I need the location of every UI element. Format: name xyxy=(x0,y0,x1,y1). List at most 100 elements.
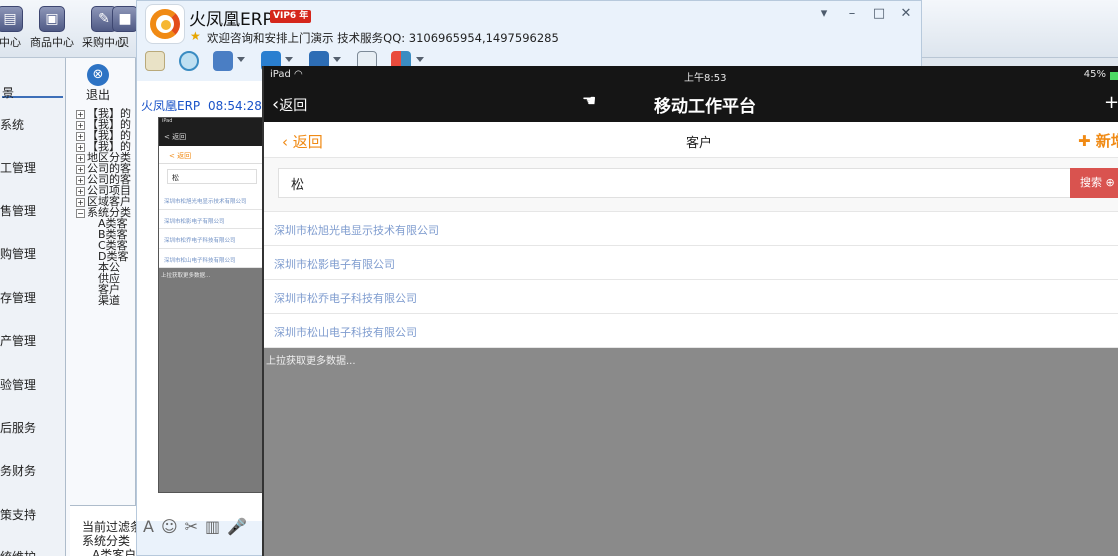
expand-icon[interactable]: + xyxy=(76,132,85,141)
plus-icon[interactable]: + xyxy=(1104,92,1118,113)
thumb-load-more: 上拉获取更多数据... xyxy=(161,273,211,279)
chevron-down-icon[interactable] xyxy=(416,57,424,62)
left-nav-item[interactable]: 系统 xyxy=(0,116,24,133)
chat-title: 火凤凰ERP xyxy=(189,10,273,30)
chat-subtitle: 欢迎咨询和安排上门演示 技术服务QQ: 3106965954,149759628… xyxy=(207,31,559,45)
wifi-icon: ◠ xyxy=(294,69,303,80)
app-icon: ▤ xyxy=(0,6,23,32)
customer-row[interactable]: 深圳市松乔电子科技有限公司 xyxy=(264,280,1118,314)
expand-icon[interactable]: + xyxy=(76,110,85,119)
thumb-search-value: 松 xyxy=(167,169,257,184)
screen-share-icon[interactable] xyxy=(213,51,233,71)
left-nav-item[interactable]: 验管理 xyxy=(0,376,36,393)
left-nav-item[interactable]: 工管理 xyxy=(0,159,36,176)
expand-icon[interactable]: + xyxy=(76,198,85,207)
left-nav-header: 景 xyxy=(2,58,63,100)
message-time: 08:54:28 xyxy=(208,99,262,113)
expand-icon[interactable]: + xyxy=(76,143,85,152)
exit-button[interactable]: ⊗ 退出 xyxy=(78,64,118,103)
left-nav-item[interactable]: 策支持 xyxy=(0,506,36,523)
emoji-icon[interactable]: ☺ xyxy=(161,517,178,536)
search-bar: 搜索 ⊕ xyxy=(264,158,1118,212)
font-icon[interactable]: A xyxy=(143,517,154,536)
tree-leaf[interactable]: 渠道 xyxy=(76,295,136,306)
top-module-more[interactable]: ■ 贝 xyxy=(112,4,136,54)
left-nav-item[interactable]: 统维护 xyxy=(0,548,36,556)
page-header: ‹ 返回 客户 ✚ 新增 xyxy=(264,122,1118,158)
page-title: 客户 xyxy=(686,136,713,151)
filter-line: 系统分类 xyxy=(82,534,131,548)
chevron-left-icon: ‹ xyxy=(282,133,293,151)
top-module-label: 贝 xyxy=(118,36,130,49)
app-logo xyxy=(145,4,185,44)
filter-summary: 当前过滤条 系统分类 A类客户 xyxy=(70,505,140,556)
exit-icon: ⊗ xyxy=(87,64,109,86)
chevron-down-icon[interactable] xyxy=(237,57,245,62)
battery-icon xyxy=(1110,72,1118,80)
device-label: iPad ◠ xyxy=(270,69,303,80)
nav-back-button[interactable]: ‹返回 xyxy=(272,94,307,115)
collapse-icon[interactable]: − xyxy=(76,209,85,218)
screenshot-thumbnail[interactable]: iPad < 返回 < 返回 松 深圳市松旭光电显示技术有限公司 深圳市松影电子… xyxy=(158,117,266,493)
search-button[interactable]: 搜索 ⊕ xyxy=(1070,168,1118,198)
left-nav-item[interactable]: 售管理 xyxy=(0,202,36,219)
voice-icon[interactable]: 🎤 xyxy=(227,517,247,536)
top-module-product[interactable]: ▣ 商品中心 xyxy=(24,4,80,54)
star-icon: ★ xyxy=(190,29,201,43)
expand-icon[interactable]: + xyxy=(76,176,85,185)
thumb-row: 深圳市松乔电子科技有限公司 xyxy=(159,229,265,249)
thumb-row: 深圳市松山电子科技有限公司 xyxy=(159,248,265,268)
erp-tree-panel: ⊗ 退出 + 【我】的 + 【我】的 + 【我】的 + 【我】的 + 地区分类 + 公司的客… xyxy=(66,58,136,556)
customer-row[interactable]: 深圳市松旭光电显示技术有限公司 xyxy=(264,212,1118,246)
filter-line: A类客户 xyxy=(92,548,137,556)
thumb-nav: < 返回 xyxy=(159,127,265,146)
app-nav-bar: ‹返回 ☚ 移动工作平台 + xyxy=(264,86,1118,122)
thumb-row: 深圳市松影电子有限公司 xyxy=(159,209,265,229)
left-nav-item[interactable]: 存管理 xyxy=(0,289,36,306)
maximize-button[interactable]: □ xyxy=(870,5,888,23)
thumb-row: 深圳市松旭光电显示技术有限公司 xyxy=(159,190,265,210)
hand-cursor-icon: ☚ xyxy=(582,91,597,110)
search-input[interactable] xyxy=(278,168,1070,198)
microphone-icon[interactable] xyxy=(145,51,165,71)
load-more-hint: 上拉获取更多数据... xyxy=(266,356,356,367)
expand-icon[interactable]: + xyxy=(76,187,85,196)
expand-icon[interactable]: + xyxy=(76,154,85,163)
chevron-down-icon[interactable] xyxy=(285,57,293,62)
ipad-screen: iPad ◠ 上午8:53 45% ‹返回 ☚ 移动工作平台 + ‹ 返回 客户… xyxy=(262,66,1118,556)
filter-line: 当前过滤条 xyxy=(82,520,140,534)
expand-icon[interactable]: + xyxy=(76,121,85,130)
chevron-down-icon[interactable] xyxy=(333,57,341,62)
screenshot-icon[interactable]: ✂ xyxy=(185,517,198,536)
nav-title: 移动工作平台 xyxy=(654,97,756,117)
left-nav-item[interactable]: 产管理 xyxy=(0,332,36,349)
message-header: 火凤凰ERP 08:54:28 xyxy=(141,97,262,114)
product-icon: ▣ xyxy=(39,6,65,32)
back-button[interactable]: ‹ 返回 xyxy=(282,131,323,152)
battery-percent: 45% xyxy=(1083,69,1106,80)
left-nav-item[interactable]: 务财务 xyxy=(0,462,36,479)
plus-icon: ✚ xyxy=(1078,132,1096,150)
customer-row[interactable]: 深圳市松影电子有限公司 xyxy=(264,246,1118,280)
thumb-subheader: < 返回 xyxy=(159,146,265,164)
expand-icon[interactable]: + xyxy=(76,165,85,174)
input-toolbar: A ☺ ✂ ▥ 🎤 xyxy=(143,517,263,539)
video-icon[interactable]: ▥ xyxy=(205,517,220,536)
exit-label: 退出 xyxy=(85,88,110,102)
camera-icon[interactable] xyxy=(179,51,199,71)
top-module-label: 商品中心 xyxy=(30,36,74,49)
dropdown-icon[interactable]: ▾ xyxy=(815,5,833,23)
minimize-button[interactable]: – xyxy=(843,5,861,23)
close-button[interactable]: ✕ xyxy=(897,5,915,23)
erp-left-nav: 景 系统 工管理 售管理 购管理 存管理 产管理 验管理 后服务 务财务 策支持… xyxy=(0,58,66,556)
sender-name: 火凤凰ERP xyxy=(141,99,201,113)
add-button[interactable]: ✚ 新增 xyxy=(1078,130,1118,151)
vip-badge: VIP6 年 xyxy=(270,10,312,23)
left-nav-item[interactable]: 购管理 xyxy=(0,245,36,262)
customer-row[interactable]: 深圳市松山电子科技有限公司 xyxy=(264,314,1118,348)
arrow-right-icon: ⊕ xyxy=(1105,176,1115,189)
thumb-search: 松 xyxy=(159,164,265,190)
left-nav-item[interactable]: 后服务 xyxy=(0,419,36,436)
ios-status-bar: iPad ◠ 上午8:53 45% xyxy=(264,66,1118,86)
status-time: 上午8:53 xyxy=(684,73,727,84)
